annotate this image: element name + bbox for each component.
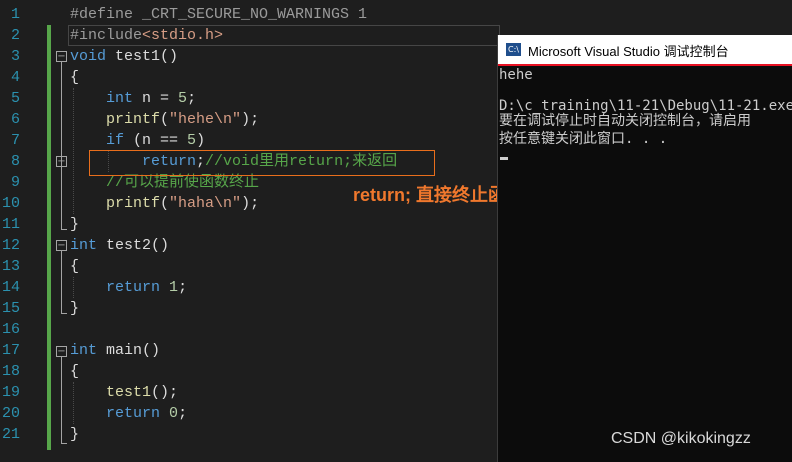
debug-console-window[interactable]: C:\ Microsoft Visual Studio 调试控制台 hehe D… xyxy=(497,35,792,462)
line-number: 19 xyxy=(1,384,20,401)
line-number: 16 xyxy=(1,321,20,338)
line-number: 7 xyxy=(10,132,20,149)
line-number: 13 xyxy=(1,258,20,275)
watermark: CSDN @kikokingzz xyxy=(611,430,751,447)
line-number: 20 xyxy=(1,405,20,422)
line-number: 3 xyxy=(10,48,20,65)
console-title-bar[interactable]: C:\ Microsoft Visual Studio 调试控制台 xyxy=(498,35,792,66)
line-number: 21 xyxy=(1,426,20,443)
code-line[interactable]: 1 #define _CRT_SECURE_NO_WARNINGS 1 xyxy=(0,4,792,25)
line-number: 1 xyxy=(10,6,20,23)
highlight-box xyxy=(89,150,435,176)
line-number: 17 xyxy=(1,342,20,359)
line-number: 5 xyxy=(10,90,20,107)
line-number: 14 xyxy=(1,279,20,296)
line-number: 18 xyxy=(1,363,20,380)
line-number: 6 xyxy=(10,111,20,128)
line-number: 11 xyxy=(1,216,20,233)
console-app-icon: C:\ xyxy=(505,42,522,57)
line-number: 8 xyxy=(10,153,20,170)
line-number: 12 xyxy=(1,237,20,254)
console-output-line: 按任意键关闭此窗口. . . xyxy=(499,131,668,147)
line-number: 10 xyxy=(1,195,20,212)
console-title: Microsoft Visual Studio 调试控制台 xyxy=(528,44,729,59)
line-number: 4 xyxy=(10,69,20,86)
console-output-line: hehe xyxy=(499,67,533,83)
line-number: 9 xyxy=(10,174,20,191)
console-cursor xyxy=(500,157,508,160)
console-output-line: 要在调试停止时自动关闭控制台，请启用 xyxy=(499,113,751,129)
line-number: 15 xyxy=(1,300,20,317)
line-number: 2 xyxy=(10,27,20,44)
